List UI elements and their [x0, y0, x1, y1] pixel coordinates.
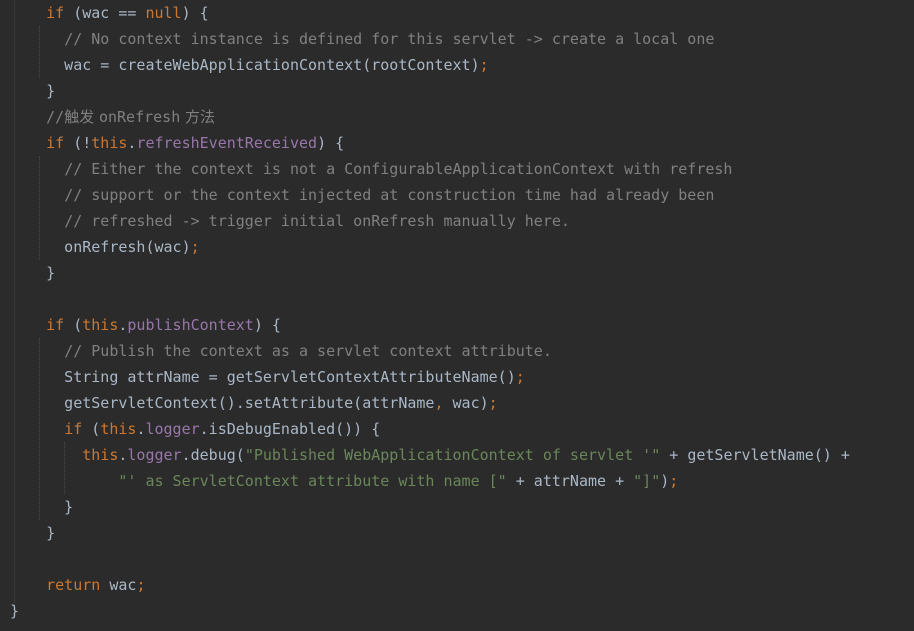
code-token: ;: [488, 394, 498, 412]
code-line: }: [10, 260, 55, 286]
code-token: + attrName +: [506, 472, 634, 490]
code-token: // refreshed -> trigger initial onRefres…: [64, 212, 570, 230]
code-line: if (this.publishContext) {: [10, 312, 281, 338]
code-token: // No context instance is defined for th…: [64, 30, 715, 48]
code-line: //触发 onRefresh 方法: [10, 104, 215, 130]
code-line: // No context instance is defined for th…: [10, 26, 714, 52]
code-line: }: [10, 78, 55, 104]
code-token: }: [10, 82, 56, 100]
code-token: .debug(: [181, 446, 245, 464]
code-token: ): [660, 472, 670, 490]
code-token: logger: [127, 446, 182, 464]
code-token: onRefresh: [98, 108, 181, 126]
code-line: "' as ServletContext attribute with name…: [10, 468, 678, 494]
code-token: refreshEventReceived: [136, 134, 318, 152]
code-token: ;: [190, 238, 200, 256]
code-token: 触发: [64, 108, 99, 126]
code-token: ) {: [181, 4, 209, 22]
code-line: if (!this.refreshEventReceived) {: [10, 130, 344, 156]
code-token: ;: [669, 472, 679, 490]
code-token: this: [82, 446, 119, 464]
code-token: wac): [443, 394, 489, 412]
code-token: "]": [633, 472, 661, 490]
code-token: wac: [100, 576, 137, 594]
code-line: // Either the context is not a Configura…: [10, 156, 732, 182]
code-token: }: [10, 524, 56, 542]
code-token: // Publish the context as a servlet cont…: [64, 342, 552, 360]
code-token: this: [91, 134, 128, 152]
code-line: this.logger.debug("Published WebApplicat…: [10, 442, 850, 468]
code-token: wac = createWebApplicationContext(rootCo…: [10, 56, 480, 74]
code-token: getServletContext().setAttribute(attrNam…: [10, 394, 435, 412]
code-token: // Either the context is not a Configura…: [64, 160, 733, 178]
code-line: if (wac == null) {: [10, 0, 209, 26]
code-token: ) {: [253, 316, 281, 334]
code-line: }: [10, 494, 73, 520]
code-token: ;: [136, 576, 146, 594]
code-line: // refreshed -> trigger initial onRefres…: [10, 208, 570, 234]
code-token: onRefresh(wac): [10, 238, 191, 256]
code-token: (: [82, 420, 101, 438]
code-line: }: [10, 598, 19, 624]
code-token: if: [64, 420, 83, 438]
code-token: "' as ServletContext attribute with name…: [118, 472, 507, 490]
code-token: String attrName = getServletContextAttri…: [10, 368, 516, 386]
code-token: ;: [515, 368, 525, 386]
code-editor[interactable]: if (wac == null) { // No context instanc…: [0, 0, 914, 631]
code-token: }: [10, 264, 56, 282]
code-token: this: [100, 420, 137, 438]
code-line: String attrName = getServletContextAttri…: [10, 364, 525, 390]
code-line: return wac;: [10, 572, 145, 598]
code-token: return: [46, 576, 101, 594]
code-token: .isDebugEnabled()) {: [199, 420, 381, 438]
code-token: if: [46, 4, 65, 22]
code-token: }: [10, 602, 20, 620]
code-token: publishContext: [127, 316, 254, 334]
code-line: }: [10, 520, 55, 546]
code-token: this: [82, 316, 119, 334]
code-line: onRefresh(wac);: [10, 234, 200, 260]
code-line: // Publish the context as a servlet cont…: [10, 338, 552, 364]
code-token: if: [46, 134, 65, 152]
code-token: (!: [64, 134, 92, 152]
code-token: (wac ==: [64, 4, 146, 22]
code-line: getServletContext().setAttribute(attrNam…: [10, 390, 498, 416]
code-token: logger: [145, 420, 200, 438]
code-token: (: [64, 316, 83, 334]
code-token: ) {: [317, 134, 345, 152]
code-token: //: [10, 108, 65, 126]
code-token: 方法: [180, 108, 216, 126]
code-line: // support or the context injected at co…: [10, 182, 714, 208]
code-token: // support or the context injected at co…: [64, 186, 715, 204]
code-line: wac = createWebApplicationContext(rootCo…: [10, 52, 489, 78]
code-token: null: [145, 4, 182, 22]
code-token: + getServletName() +: [660, 446, 850, 464]
code-token: if: [46, 316, 65, 334]
code-token: }: [10, 498, 74, 516]
code-token: ;: [479, 56, 489, 74]
code-token: "Published WebApplicationContext of serv…: [244, 446, 661, 464]
code-line: if (this.logger.isDebugEnabled()) {: [10, 416, 380, 442]
